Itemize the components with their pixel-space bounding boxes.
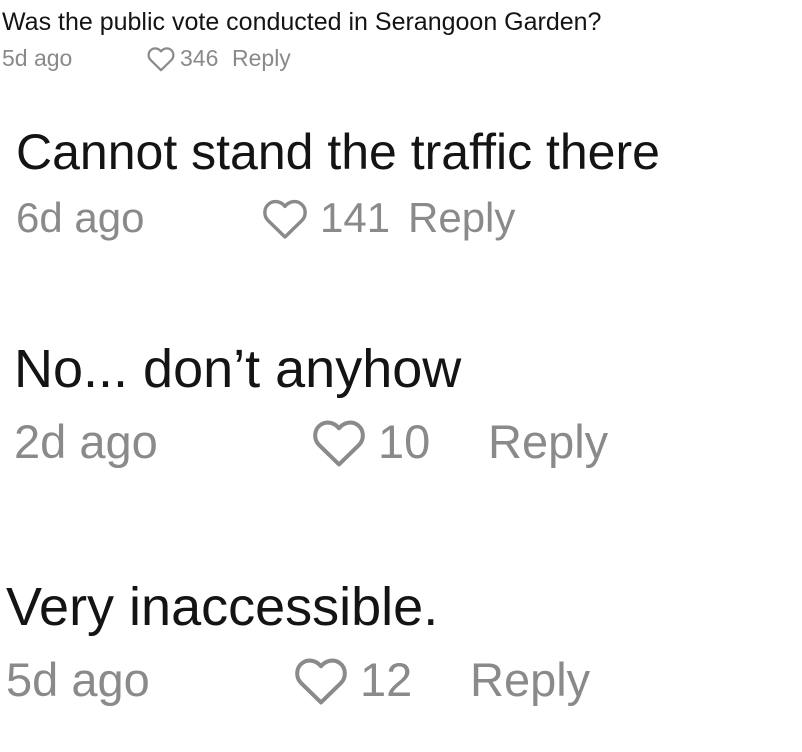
- comment-text: Very inaccessible.: [6, 577, 439, 637]
- comment-text: No... don’t anyhow: [14, 339, 462, 399]
- heart-icon[interactable]: [310, 416, 368, 468]
- like-button[interactable]: 12: [292, 652, 470, 707]
- reply-button[interactable]: Reply: [470, 652, 590, 707]
- comment-meta: 2d ago 10 Reply: [14, 414, 608, 469]
- comment-timestamp: 5d ago: [2, 44, 73, 71]
- like-button[interactable]: 346: [146, 45, 232, 72]
- comment-text: Was the public vote conducted in Serango…: [2, 8, 602, 36]
- comment-timestamp: 2d ago: [14, 415, 158, 469]
- like-count: 12: [360, 653, 413, 707]
- like-count: 141: [320, 193, 391, 241]
- reply-button[interactable]: Reply: [408, 194, 515, 242]
- comment-timestamp: 5d ago: [6, 653, 150, 707]
- reply-button[interactable]: Reply: [488, 414, 608, 469]
- like-count: 346: [180, 44, 219, 71]
- comment-text: Cannot stand the traffic there: [16, 124, 660, 180]
- comment-item: Very inaccessible. 5d ago 12 Reply: [6, 576, 590, 707]
- comment-item: Was the public vote conducted in Serango…: [2, 8, 601, 72]
- like-button[interactable]: 10: [310, 414, 488, 469]
- comment-item: Cannot stand the traffic there 6d ago 14…: [16, 124, 660, 242]
- comment-item: No... don’t anyhow 2d ago 10 Reply: [14, 338, 608, 469]
- heart-icon[interactable]: [146, 45, 176, 72]
- comment-meta: 5d ago 12 Reply: [6, 652, 590, 707]
- like-button[interactable]: 141: [260, 194, 408, 242]
- comment-meta: 5d ago 346 Reply: [2, 45, 601, 72]
- heart-icon[interactable]: [260, 196, 310, 240]
- comment-meta: 6d ago 141 Reply: [16, 194, 660, 242]
- comment-timestamp: 6d ago: [16, 193, 145, 241]
- heart-icon[interactable]: [292, 654, 350, 706]
- reply-button[interactable]: Reply: [232, 45, 291, 72]
- like-count: 10: [378, 415, 431, 469]
